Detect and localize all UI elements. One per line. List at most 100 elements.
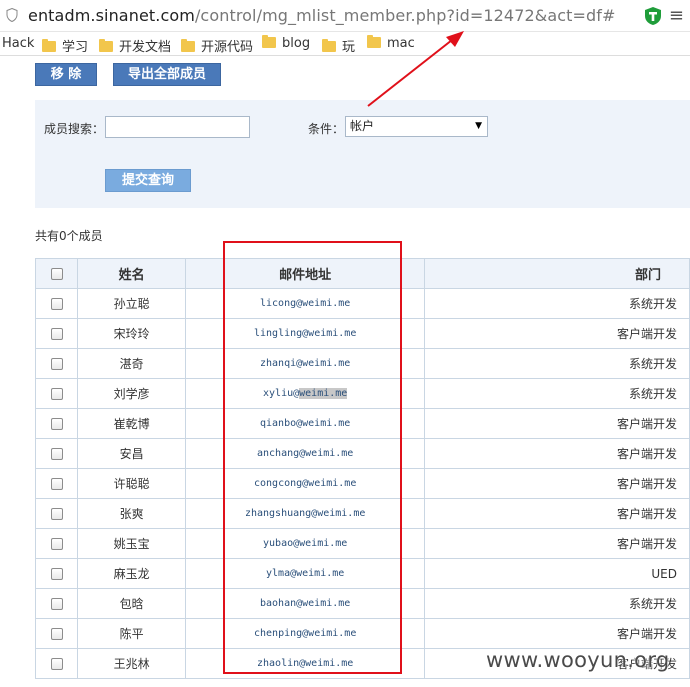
- column-dept: 部门: [424, 258, 690, 289]
- table-row: 刘学彦 xyliu@weimi.me 系统开发: [34, 378, 690, 409]
- row-checkbox[interactable]: [50, 388, 63, 400]
- member-search-input[interactable]: [105, 116, 250, 138]
- url-path: /control/mg_mlist_member.php?id=12472&ac…: [194, 6, 616, 25]
- bookmark-folder-play[interactable]: 玩: [322, 36, 355, 55]
- row-checkbox[interactable]: [50, 448, 63, 460]
- row-checkbox[interactable]: [50, 508, 63, 520]
- bookmark-label: 玩: [342, 40, 356, 55]
- member-email: qianbo@weimi.me: [185, 408, 426, 439]
- member-name: 安昌: [77, 438, 187, 469]
- member-dept: 客户端开发: [424, 618, 690, 649]
- table-row: 湛奇 zhanqi@weimi.me 系统开发: [34, 348, 690, 379]
- member-dept: 系统开发: [424, 348, 690, 379]
- member-name: 刘学彦: [77, 378, 187, 409]
- row-checkbox-cell: [34, 408, 79, 439]
- folder-icon: [262, 35, 276, 48]
- bookmark-folder-dev-docs[interactable]: 开发文档: [99, 36, 171, 55]
- row-checkbox[interactable]: [50, 478, 63, 490]
- site-info-icon[interactable]: [6, 8, 18, 22]
- member-dept: 系统开发: [424, 288, 690, 319]
- member-dept: 客户端开发: [424, 468, 690, 499]
- search-panel: 成员搜索： 条件： 帐户 ▼ 提交查询: [35, 100, 690, 208]
- condition-select[interactable]: 帐户 ▼: [345, 116, 488, 137]
- row-checkbox[interactable]: [50, 538, 63, 550]
- folder-icon: [181, 39, 195, 52]
- table-row: 崔乾博 qianbo@weimi.me 客户端开发: [34, 408, 690, 439]
- row-checkbox-cell: [34, 378, 79, 409]
- row-checkbox[interactable]: [50, 628, 63, 640]
- member-name: 陈平: [77, 618, 187, 649]
- select-all-cell: [34, 258, 79, 289]
- row-checkbox[interactable]: [50, 658, 63, 670]
- table-row: 包晗 baohan@weimi.me 系统开发: [34, 588, 690, 619]
- menu-icon[interactable]: ≡: [669, 5, 684, 26]
- member-name: 王兆林: [77, 648, 187, 679]
- column-name: 姓名: [77, 258, 187, 289]
- member-name: 孙立聪: [77, 288, 187, 319]
- remove-button[interactable]: 移 除: [35, 63, 97, 86]
- row-checkbox[interactable]: [50, 418, 63, 430]
- row-checkbox[interactable]: [50, 298, 63, 310]
- member-dept: UED: [424, 558, 690, 589]
- member-email: congcong@weimi.me: [185, 468, 426, 499]
- bookmark-folder-blog[interactable]: blog: [262, 35, 311, 51]
- member-dept: 客户端开发: [424, 318, 690, 349]
- row-checkbox-cell: [34, 468, 79, 499]
- bookmark-hack[interactable]: Hack: [2, 36, 34, 51]
- member-name: 张爽: [77, 498, 187, 529]
- row-checkbox-cell: [34, 498, 79, 529]
- member-name: 许聪聪: [77, 468, 187, 499]
- table-row: 许聪聪 congcong@weimi.me 客户端开发: [34, 468, 690, 499]
- table-row: 张爽 zhangshuang@weimi.me 客户端开发: [34, 498, 690, 529]
- row-checkbox-cell: [34, 438, 79, 469]
- row-checkbox-cell: [34, 618, 79, 649]
- row-checkbox[interactable]: [50, 328, 63, 340]
- member-email: chenping@weimi.me: [185, 618, 426, 649]
- member-name: 宋玲玲: [77, 318, 187, 349]
- member-name: 姚玉宝: [77, 528, 187, 559]
- bookmark-folder-mac[interactable]: mac: [367, 35, 415, 51]
- shield-extension-icon[interactable]: [644, 6, 662, 26]
- column-email: 邮件地址: [185, 258, 426, 289]
- table-header-row: 姓名 邮件地址 部门: [34, 258, 690, 289]
- member-email: zhangshuang@weimi.me: [185, 498, 426, 529]
- member-email: xyliu@weimi.me: [185, 378, 426, 409]
- member-dept: 客户端开发: [424, 438, 690, 469]
- member-table: 姓名 邮件地址 部门 孙立聪 licong@weimi.me 系统开发 宋玲玲 …: [34, 258, 690, 679]
- member-dept: 客户端开发: [424, 408, 690, 439]
- page-content: 移 除 导出全部成员 成员搜索： 条件： 帐户 ▼ 提交查询 共有0个成员 姓名…: [0, 57, 690, 687]
- row-checkbox-cell: [34, 558, 79, 589]
- row-checkbox[interactable]: [50, 598, 63, 610]
- bookmark-label: Hack: [2, 36, 35, 51]
- row-checkbox[interactable]: [50, 568, 63, 580]
- condition-label: 条件：: [308, 122, 345, 136]
- address-bar[interactable]: entadm.sinanet.com/control/mg_mlist_memb…: [0, 0, 690, 32]
- member-email: yubao@weimi.me: [185, 528, 426, 559]
- bookmark-folder-open-source[interactable]: 开源代码: [181, 36, 253, 55]
- row-checkbox[interactable]: [50, 358, 63, 370]
- bookmark-folder-study[interactable]: 学习: [42, 36, 88, 55]
- member-email: lingling@weimi.me: [185, 318, 426, 349]
- row-checkbox-cell: [34, 318, 79, 349]
- url-text[interactable]: entadm.sinanet.com/control/mg_mlist_memb…: [28, 6, 616, 25]
- folder-icon: [322, 39, 336, 52]
- member-dept: 系统开发: [424, 588, 690, 619]
- row-checkbox-cell: [34, 348, 79, 379]
- bookmark-label: 学习: [62, 40, 89, 55]
- submit-query-button[interactable]: 提交查询: [105, 169, 191, 192]
- watermark: www.wooyun.org: [486, 648, 670, 672]
- bookmark-label: blog: [282, 36, 311, 51]
- member-email: baohan@weimi.me: [185, 588, 426, 619]
- export-all-button[interactable]: 导出全部成员: [113, 63, 221, 86]
- table-row: 孙立聪 licong@weimi.me 系统开发: [34, 288, 690, 319]
- condition-selected-value: 帐户: [350, 119, 375, 133]
- table-row: 麻玉龙 ylma@weimi.me UED: [34, 558, 690, 589]
- folder-icon: [42, 39, 56, 52]
- select-all-checkbox[interactable]: [50, 267, 63, 280]
- table-row: 陈平 chenping@weimi.me 客户端开发: [34, 618, 690, 649]
- table-row: 姚玉宝 yubao@weimi.me 客户端开发: [34, 528, 690, 559]
- bookmark-label: 开源代码: [201, 40, 254, 55]
- dropdown-arrow-icon: ▼: [475, 121, 482, 131]
- email-local-part: xyliu@: [263, 388, 300, 399]
- row-checkbox-cell: [34, 288, 79, 319]
